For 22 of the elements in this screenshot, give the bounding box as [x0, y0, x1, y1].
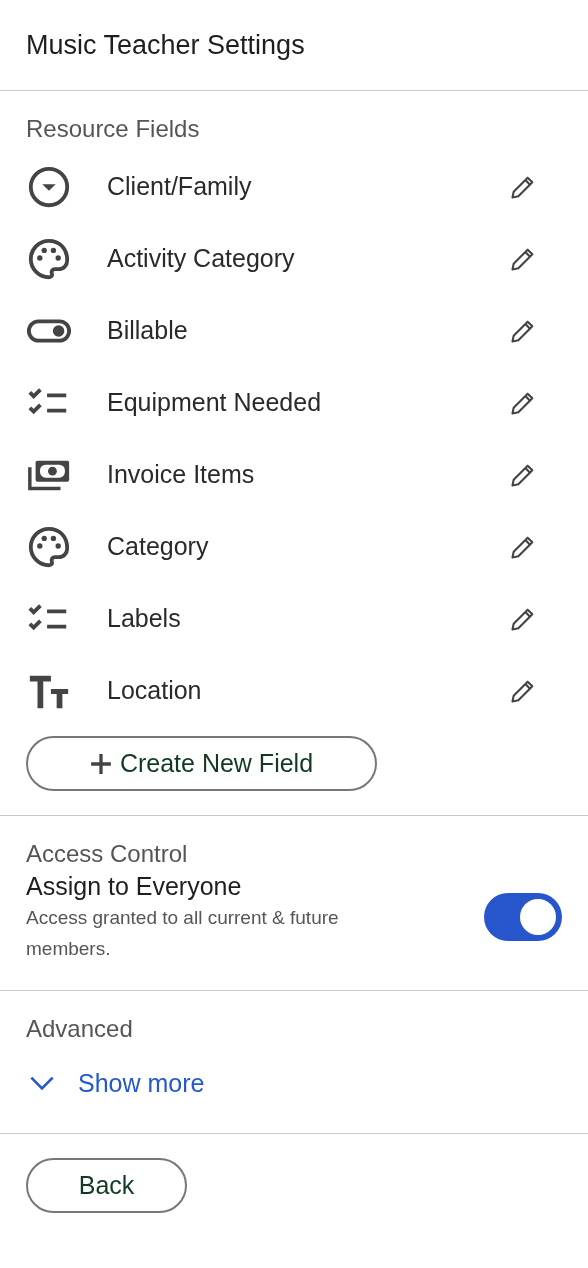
plus-icon — [89, 752, 112, 775]
field-name: Location — [107, 675, 203, 707]
palette-icon — [26, 524, 72, 570]
section-heading: Advanced — [26, 1014, 134, 1044]
field-name: Billable — [107, 315, 189, 347]
dropdown-circle-icon — [26, 164, 72, 210]
back-button[interactable]: Back — [26, 1158, 187, 1213]
palette-icon — [26, 236, 72, 282]
field-name: Activity Category — [107, 243, 296, 275]
show-more-link[interactable]: Show more — [26, 1067, 205, 1099]
setting-title: Assign to Everyone — [26, 871, 243, 902]
setting-description: Access granted to all current & future members. — [26, 906, 340, 961]
field-name: Client/Family — [107, 171, 253, 203]
create-field-button[interactable]: Create New Field — [26, 736, 377, 791]
assign-switch[interactable] — [484, 893, 562, 941]
field-name: Labels — [107, 603, 182, 635]
field-name: Invoice Items — [107, 459, 256, 491]
section-heading: Access Control — [26, 839, 189, 869]
field-name: Equipment Needed — [107, 387, 323, 419]
field-name: Category — [107, 531, 210, 563]
page-title: Music Teacher Settings — [26, 28, 305, 62]
section-heading: Resource Fields — [26, 114, 201, 144]
